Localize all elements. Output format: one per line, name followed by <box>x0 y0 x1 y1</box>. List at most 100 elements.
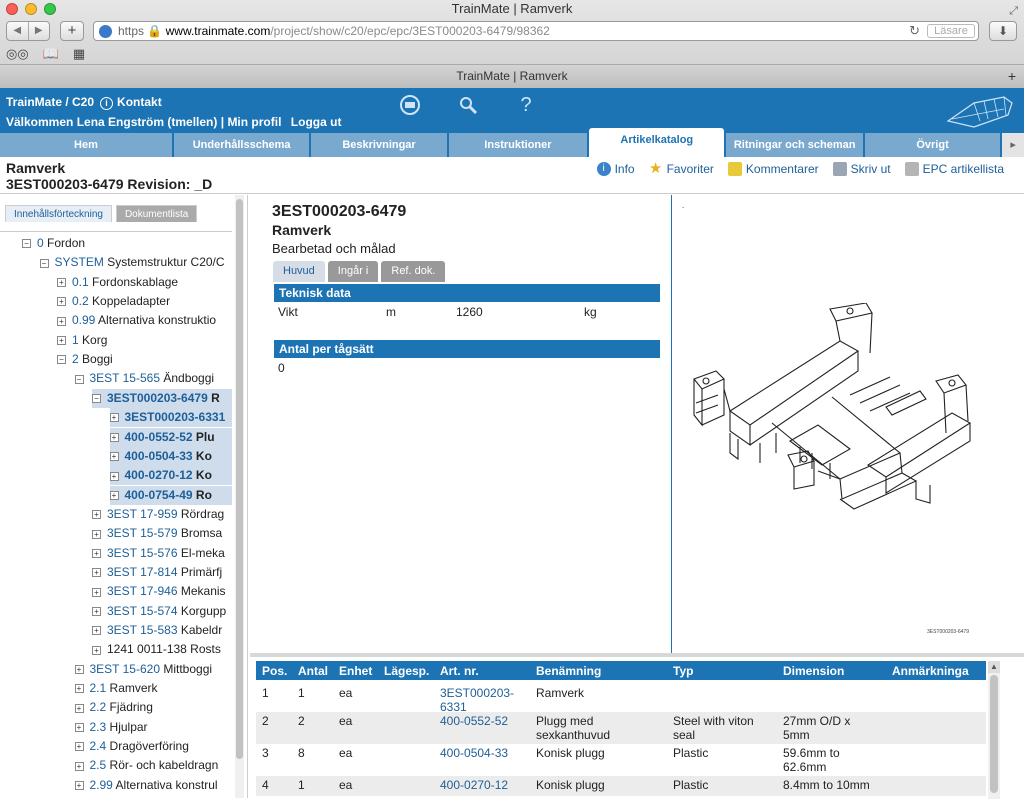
tab-ingar-i[interactable]: Ingår i <box>327 261 379 282</box>
tree-node[interactable]: +3EST 17-814 Primärfj <box>92 563 222 582</box>
tree-node[interactable]: +3EST 15-620 Mittboggi <box>74 660 212 679</box>
left-scrollbar-thumb[interactable] <box>236 199 243 759</box>
tab-huvud[interactable]: Huvud <box>273 261 325 282</box>
tab-underhallsschema[interactable]: Underhållsschema <box>173 133 310 157</box>
contact-link[interactable]: Kontakt <box>117 95 162 109</box>
expand-icon[interactable]: + <box>109 432 119 442</box>
info-action[interactable]: i Info <box>596 162 635 176</box>
cell-art[interactable]: 3EST000203- <box>440 686 514 700</box>
bookmarks-icon[interactable]: 📖 <box>43 46 59 62</box>
tree-node[interactable]: −3EST000203-6479 R <box>92 388 232 408</box>
col-art-nr[interactable]: Art. nr. <box>440 664 479 678</box>
table-row[interactable]: 4 1 ea 400-0270-12 Konisk plugg Plastic 8.4mm … <box>256 776 986 796</box>
favorites-action[interactable]: ★ Favoriter <box>649 161 714 176</box>
tree-node[interactable]: +0.1 Fordonskablage <box>57 273 178 292</box>
expand-icon[interactable]: + <box>74 742 84 752</box>
search-icon[interactable] <box>457 94 479 116</box>
tree-node[interactable]: +3EST 15-579 Bromsa <box>92 524 222 543</box>
tree-node[interactable]: +3EST 15-583 Kabeldr <box>92 621 222 640</box>
forward-icon[interactable]: ▶ <box>29 22 50 40</box>
expand-icon[interactable]: + <box>109 471 119 481</box>
chevron-right-icon[interactable]: ▸ <box>1002 133 1024 157</box>
collapse-icon[interactable]: − <box>57 355 66 365</box>
tree-node[interactable]: − SYSTEM Systemstruktur C20/C <box>39 253 225 272</box>
tree-node[interactable]: +2.1 Ramverk <box>74 679 158 698</box>
help-icon[interactable]: ? <box>515 94 537 116</box>
expand-icon[interactable]: + <box>92 529 101 539</box>
col-antal[interactable]: Antal <box>298 664 328 678</box>
logout-link[interactable]: Logga ut <box>291 115 342 129</box>
collapse-icon[interactable]: − <box>92 394 101 404</box>
fullscreen-icon[interactable]: ⤢ <box>1009 2 1018 20</box>
tree-node[interactable]: +2.3 Hjulpar <box>74 718 148 737</box>
collapse-icon[interactable]: − <box>22 239 31 249</box>
reader-button[interactable]: Läsare <box>927 24 975 38</box>
print-action[interactable]: Skriv ut <box>832 162 891 176</box>
tree-node[interactable]: −2 Boggi <box>57 350 113 369</box>
col-lagesp[interactable]: Lägesp. <box>384 664 429 678</box>
table-row[interactable]: 1 1 ea 3EST000203- 6331 Ramverk <box>256 684 986 714</box>
tree-node[interactable]: +400-0754-49 Ro <box>109 485 232 505</box>
expand-icon[interactable]: + <box>92 645 101 655</box>
left-scrollbar[interactable] <box>235 195 244 798</box>
tab-dokumentlista[interactable]: Dokumentlista <box>115 205 198 222</box>
expand-icon[interactable]: + <box>74 781 84 791</box>
expand-icon[interactable]: + <box>74 665 84 675</box>
expand-icon[interactable]: + <box>109 452 119 462</box>
expand-icon[interactable]: + <box>92 626 101 636</box>
expand-icon[interactable]: + <box>92 568 101 578</box>
add-tab-icon[interactable]: + <box>1008 65 1016 87</box>
cell-art[interactable]: 400-0270-12 <box>440 778 508 792</box>
expand-icon[interactable]: + <box>92 548 101 558</box>
collapse-icon[interactable]: − <box>39 258 49 268</box>
table-row[interactable]: 2 2 ea 400-0552-52 Plugg med sexkanthuvud Stee… <box>256 712 986 744</box>
new-tab-button[interactable]: + <box>60 21 84 41</box>
tree-node[interactable]: +3EST 17-946 Mekanis <box>92 582 226 601</box>
tab-beskrivningar[interactable]: Beskrivningar <box>311 133 447 157</box>
tree-node[interactable]: +0.99 Alternativa konstruktio <box>57 311 216 330</box>
table-scrollbar-thumb[interactable] <box>990 675 998 793</box>
tree-node[interactable]: +400-0552-52 Plu <box>109 427 232 447</box>
col-typ[interactable]: Typ <box>673 664 693 678</box>
expand-icon[interactable]: + <box>57 336 66 346</box>
tree-node[interactable]: +2.5 Rör- och kabeldragn <box>74 756 218 775</box>
tree-node[interactable]: +1241 0011-138 Rosts <box>92 640 221 659</box>
expand-icon[interactable]: + <box>74 723 84 733</box>
col-enhet[interactable]: Enhet <box>339 664 372 678</box>
tree-node[interactable]: +3EST000203-6331 <box>109 408 232 428</box>
profile-link[interactable]: Min profil <box>227 115 281 129</box>
top-sites-icon[interactable]: ▦ <box>73 46 85 62</box>
zoom-window-icon[interactable] <box>44 3 56 15</box>
expand-icon[interactable]: + <box>74 684 84 694</box>
tree-node[interactable]: +0.2 Koppeladapter <box>57 292 170 311</box>
tab-innehall[interactable]: Innehållsförteckning <box>5 205 112 222</box>
tab-artikelkatalog[interactable]: Artikelkatalog <box>589 128 725 157</box>
tree-node[interactable]: −3EST 15-565 Ändboggi <box>74 369 214 388</box>
col-dimension[interactable]: Dimension <box>783 664 844 678</box>
tree-node[interactable]: +400-0504-33 Ko <box>109 446 232 466</box>
table-scrollbar[interactable]: ▲ <box>988 661 1000 799</box>
table-row[interactable]: 3 8 ea 400-0504-33 Konisk plugg Plastic 59.6mm… <box>256 744 986 776</box>
expand-icon[interactable]: + <box>109 413 119 423</box>
tab-ovrigt[interactable]: Övrigt <box>864 133 1001 157</box>
tree-node[interactable]: +3EST 17-959 Rördrag <box>92 505 224 524</box>
expand-icon[interactable]: + <box>92 587 101 597</box>
browser-tab[interactable]: TrainMate | Ramverk + <box>0 64 1024 88</box>
download-icon[interactable]: ⬇ <box>989 21 1017 41</box>
expand-icon[interactable]: + <box>92 510 101 520</box>
home-icon[interactable] <box>399 94 421 116</box>
expand-icon[interactable]: + <box>74 703 84 713</box>
tab-hem[interactable]: Hem <box>0 133 172 157</box>
tree-node[interactable]: +3EST 15-576 El-meka <box>92 544 225 563</box>
tree-node[interactable]: +2.4 Dragöverföring <box>74 737 189 756</box>
drawing-viewer[interactable]: . 3EST000203-6479 <box>671 195 1024 653</box>
expand-icon[interactable]: + <box>92 606 101 616</box>
col-anmarkning[interactable]: Anmärkninga <box>892 664 969 678</box>
back-icon[interactable]: ◀ <box>7 22 29 40</box>
minimize-window-icon[interactable] <box>25 3 37 15</box>
expand-icon[interactable]: + <box>74 761 84 771</box>
cell-art[interactable]: 400-0504-33 <box>440 746 508 760</box>
tree-node[interactable]: −0 Fordon <box>22 234 85 253</box>
tab-ritningar[interactable]: Ritningar och scheman <box>726 133 863 157</box>
close-window-icon[interactable] <box>6 3 18 15</box>
